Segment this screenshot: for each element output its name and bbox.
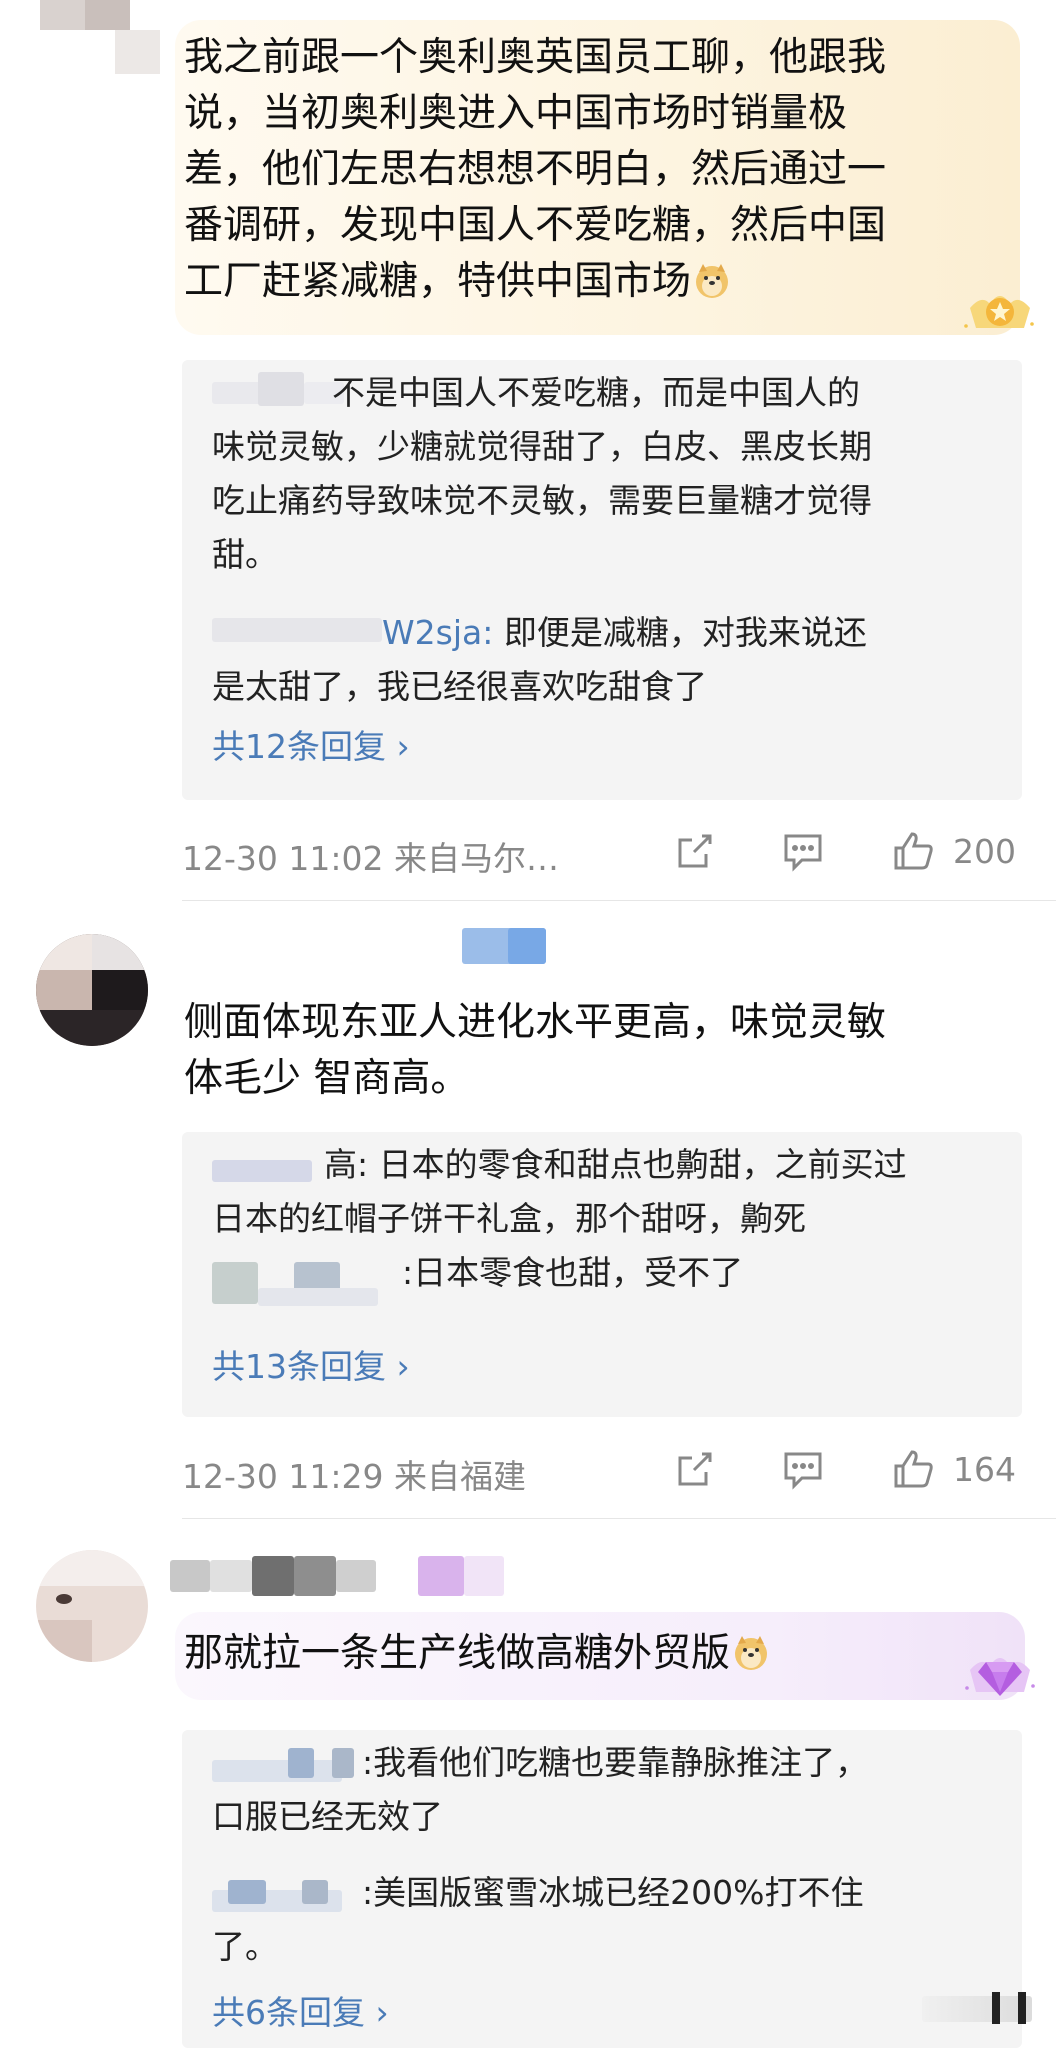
watermark <box>922 1990 1034 2030</box>
username-blur <box>336 1560 376 1592</box>
username-blur <box>508 928 546 964</box>
timestamp: 12-30 11:29 <box>182 1457 384 1496</box>
divider <box>182 1518 1056 1519</box>
crown-star-badge <box>962 280 1038 338</box>
like-icon[interactable] <box>890 828 936 874</box>
comment-meta: 12-30 11:29 来自福建 164 <box>182 1440 1022 1500</box>
reply-text[interactable]: W2sja: 即便是减糖，对我来说还 是太甜了，我已经很喜欢吃甜食了 <box>212 606 982 714</box>
comment-text: 侧面体现东亚人进化水平更高，味觉灵敏 体毛少 智商高。 <box>184 1000 887 1101</box>
username-blur <box>252 1556 294 1596</box>
username-blur <box>464 1556 504 1596</box>
comment-icon[interactable] <box>780 828 826 874</box>
like-icon[interactable] <box>890 1446 936 1492</box>
avatar[interactable] <box>36 1550 148 1662</box>
chevron-right-icon: › <box>386 727 410 766</box>
reply-box: 高: 日本的零食和甜点也齁甜，之前买过 日本的红帽子饼干礼盒，那个甜呀，齁死 :… <box>182 1132 1022 1417</box>
source-text: 来自福建 <box>393 1457 526 1496</box>
share-icon[interactable] <box>672 1446 718 1492</box>
like-count: 164 <box>953 1450 1016 1489</box>
doge-emoji <box>693 260 731 298</box>
username-blur <box>294 1556 336 1596</box>
avatar[interactable] <box>36 934 148 1046</box>
like-count: 200 <box>953 832 1016 871</box>
avatar[interactable] <box>40 0 160 74</box>
username-blur <box>418 1556 464 1596</box>
timestamp: 12-30 11:02 <box>182 839 384 878</box>
diamond-badge <box>962 1640 1038 1706</box>
reply-count-link[interactable]: 共6条回复 › <box>212 1986 389 2034</box>
reply-box: 不是中国人不爱吃糖，而是中国人的 味觉灵敏，少糖就觉得甜了，白皮、黑皮长期 吃止… <box>182 360 1022 800</box>
username-blur <box>170 1560 210 1592</box>
chevron-right-icon: › <box>386 1347 410 1386</box>
comment-icon[interactable] <box>780 1446 826 1492</box>
username-blur <box>210 1560 252 1592</box>
reply-text[interactable]: 不是中国人不爱吃糖，而是中国人的 味觉灵敏，少糖就觉得甜了，白皮、黑皮长期 吃止… <box>212 366 982 582</box>
share-icon[interactable] <box>672 828 718 874</box>
comment-text: 我之前跟一个奥利奥英国员工聊，他跟我 说，当初奥利奥进入中国市场时销量极 差，他… <box>184 35 887 304</box>
doge-emoji <box>732 1632 770 1670</box>
reply-count-link[interactable]: 共12条回复 › <box>212 720 410 768</box>
chevron-right-icon: › <box>365 1993 389 2032</box>
comment-text: 那就拉一条生产线做高糖外贸版 <box>184 1626 1004 1682</box>
source-text: 来自马尔… <box>393 839 559 878</box>
reply-text[interactable]: 高: 日本的零食和甜点也齁甜，之前买过 日本的红帽子饼干礼盒，那个甜呀，齁死 <box>212 1138 982 1246</box>
reply-box: :我看他们吃糖也要靠静脉推注了， 口服已经无效了 :美国版蜜雪冰城已经200%打… <box>182 1730 1022 2048</box>
reply-text[interactable]: :日本零食也甜，受不了 <box>212 1246 982 1300</box>
comment-meta: 12-30 11:02 来自马尔… 200 <box>182 822 1022 882</box>
divider <box>182 900 1056 901</box>
reply-text[interactable]: :我看他们吃糖也要靠静脉推注了， 口服已经无效了 <box>212 1736 982 1844</box>
reply-text[interactable]: :美国版蜜雪冰城已经200%打不住 了。 <box>212 1866 982 1974</box>
reply-count-link[interactable]: 共13条回复 › <box>212 1340 410 1388</box>
